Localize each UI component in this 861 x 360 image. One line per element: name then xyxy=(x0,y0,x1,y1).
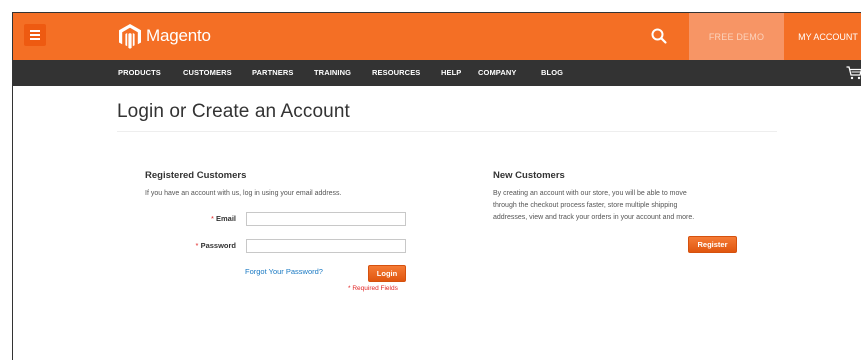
new-customers-heading: New Customers xyxy=(493,170,565,181)
login-button[interactable]: Login xyxy=(368,265,406,282)
nav-item-company[interactable]: COMPANY xyxy=(478,60,516,86)
forgot-password-link[interactable]: Forgot Your Password? xyxy=(245,267,323,276)
nav-item-partners[interactable]: PARTNERS xyxy=(252,60,294,86)
nav-item-help[interactable]: HELP xyxy=(441,60,461,86)
nav-item-blog[interactable]: BLOG xyxy=(541,60,563,86)
page-title: Login or Create an Account xyxy=(117,101,350,122)
title-divider xyxy=(117,131,777,132)
site-header: Magento FREE DEMO MY ACCOUNT xyxy=(13,13,861,60)
logo-text: Magento xyxy=(146,26,211,45)
nav-item-resources[interactable]: RESOURCES xyxy=(372,60,420,86)
password-field[interactable] xyxy=(246,239,406,253)
nav-item-customers[interactable]: CUSTOMERS xyxy=(183,60,232,86)
nav-item-products[interactable]: PRODUCTS xyxy=(118,60,161,86)
search-icon[interactable] xyxy=(650,27,668,45)
main-navigation: PRODUCTS CUSTOMERS PARTNERS TRAINING RES… xyxy=(13,60,861,86)
my-account-link[interactable]: MY ACCOUNT xyxy=(793,13,861,60)
free-demo-button[interactable]: FREE DEMO xyxy=(689,13,784,60)
registered-customers-heading: Registered Customers xyxy=(145,170,247,181)
email-field[interactable] xyxy=(246,212,406,226)
register-button[interactable]: Register xyxy=(688,236,737,253)
nav-item-training[interactable]: TRAINING xyxy=(314,60,351,86)
password-label-text: Password xyxy=(200,241,236,250)
email-label: * Email xyxy=(156,214,236,223)
email-label-text: Email xyxy=(215,214,236,223)
cart-icon[interactable] xyxy=(846,66,861,80)
magento-logo-icon xyxy=(119,24,141,49)
new-customers-text-line-3: addresses, view and track your orders in… xyxy=(493,214,695,221)
magento-logo[interactable]: Magento xyxy=(118,22,211,50)
browser-viewport: Magento FREE DEMO MY ACCOUNT PRODUCTS CU… xyxy=(12,12,861,360)
password-label: * Password xyxy=(156,241,236,250)
hamburger-menu-button[interactable] xyxy=(24,24,46,46)
new-customers-text-line-2: through the checkout process faster, sto… xyxy=(493,202,678,209)
registered-customers-intro: If you have an account with us, log in u… xyxy=(145,190,342,197)
new-customers-text-line-1: By creating an account with our store, y… xyxy=(493,190,687,197)
required-fields-note: * Required Fields xyxy=(348,285,398,292)
